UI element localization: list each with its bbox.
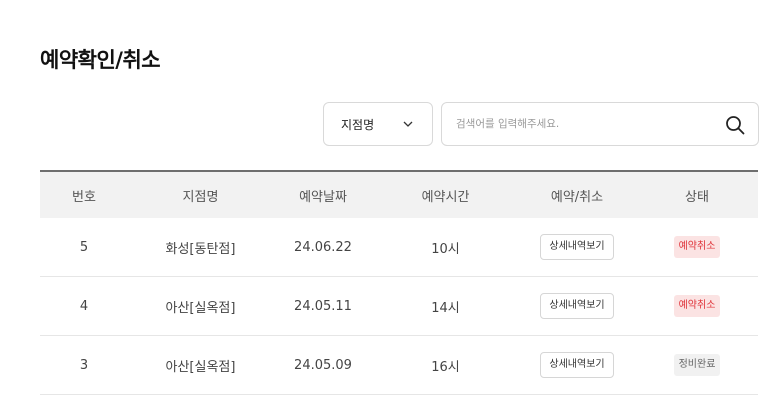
table-row: 4 아산[실옥점] 24.05.11 14시 상세내역보기 예약취소 <box>40 276 758 336</box>
row-branch: 화성[동탄점] <box>128 218 273 277</box>
row-no: 3 <box>40 335 128 395</box>
row-status-cell: 예약취소 <box>636 218 758 277</box>
detail-button[interactable]: 상세내역보기 <box>540 293 614 319</box>
header-branch: 지점명 <box>182 189 219 205</box>
detail-button[interactable]: 상세내역보기 <box>540 234 614 260</box>
filter-bar: 지점명 <box>0 102 773 148</box>
header-date: 예약날짜 <box>299 189 347 205</box>
search-icon[interactable] <box>724 114 746 136</box>
header-no: 번호 <box>72 189 96 205</box>
chevron-down-icon <box>403 121 413 127</box>
header-action: 예약/취소 <box>550 189 604 205</box>
table-row: 5 화성[동탄점] 24.06.22 10시 상세내역보기 예약취소 <box>40 218 758 277</box>
reservation-table-wrap: 번호 지점명 예약날짜 예약시간 예약/취소 상태 5 화성[동탄점] 24.0… <box>40 170 758 395</box>
search-box <box>441 102 759 146</box>
row-action-cell: 상세내역보기 <box>518 276 636 336</box>
header-time: 예약시간 <box>421 189 470 205</box>
row-time: 16시 <box>373 335 518 395</box>
status-badge: 정비완료 <box>673 354 721 376</box>
status-badge: 예약취소 <box>673 295 721 317</box>
row-time: 14시 <box>373 276 518 336</box>
row-status-cell: 정비완료 <box>636 335 758 395</box>
table-header-row: 번호 지점명 예약날짜 예약시간 예약/취소 상태 <box>40 171 758 218</box>
row-branch: 아산[실옥점] <box>128 276 273 336</box>
row-action-cell: 상세내역보기 <box>518 335 636 395</box>
row-date: 24.06.22 <box>273 218 373 277</box>
table-row: 3 아산[실옥점] 24.05.09 16시 상세내역보기 정비완료 <box>40 335 758 395</box>
search-input[interactable] <box>456 103 696 145</box>
row-no: 5 <box>40 218 128 277</box>
row-status-cell: 예약취소 <box>636 276 758 336</box>
row-time: 10시 <box>373 218 518 277</box>
row-date: 24.05.09 <box>273 335 373 395</box>
detail-button[interactable]: 상세내역보기 <box>540 352 614 378</box>
page-title: 예약확인/취소 <box>40 48 161 73</box>
branch-select[interactable]: 지점명 <box>323 102 433 146</box>
reservation-table: 번호 지점명 예약날짜 예약시간 예약/취소 상태 5 화성[동탄점] 24.0… <box>40 170 758 395</box>
status-badge: 예약취소 <box>673 236 721 258</box>
branch-select-value: 지점명 <box>341 117 375 132</box>
row-date: 24.05.11 <box>273 276 373 336</box>
row-no: 4 <box>40 276 128 336</box>
row-branch: 아산[실옥점] <box>128 335 273 395</box>
row-action-cell: 상세내역보기 <box>518 218 636 277</box>
header-status: 상태 <box>685 189 709 205</box>
